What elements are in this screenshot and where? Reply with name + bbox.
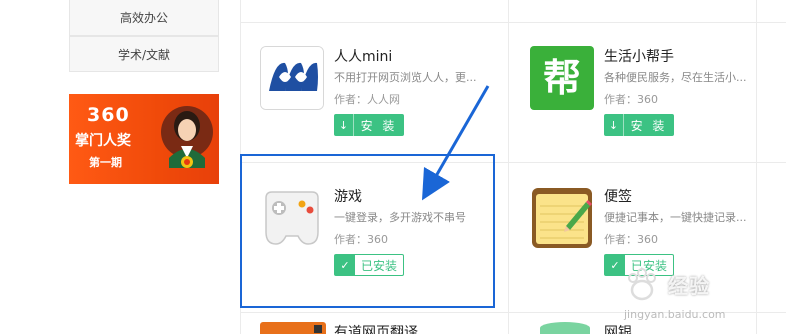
app-author: 作者：360 — [604, 233, 658, 246]
bang-icon-glyph: 帮 — [542, 56, 581, 100]
grid-divider — [240, 22, 786, 23]
banner-number: 360 — [87, 104, 130, 126]
bang-icon[interactable]: 帮 — [530, 46, 594, 110]
baidu-paw-icon — [628, 268, 656, 301]
sidebar-item-academic[interactable]: 学术/文献 — [69, 36, 219, 72]
highlight-box — [240, 154, 495, 308]
youdao-icon[interactable] — [260, 322, 326, 334]
install-button[interactable]: ↓ 安 装 — [604, 114, 674, 136]
app-card: 帮 生活小帮手 各种便民服务，尽在生活小... 作者：360 ↓ 安 装 — [530, 46, 770, 156]
portrait-icon — [161, 106, 213, 168]
app-desc: 各种便民服务，尽在生活小... — [604, 71, 747, 84]
app-name[interactable]: 便签 — [604, 186, 632, 206]
app-desc: 便捷记事本，一键快捷记录... — [604, 211, 747, 224]
app-name[interactable]: 生活小帮手 — [604, 46, 674, 66]
download-icon: ↓ — [604, 114, 624, 136]
app-card: 人人mini 不用打开网页浏览人人，更... 作者：人人网 ↓ 安 装 — [260, 46, 500, 156]
promo-banner[interactable]: 360 掌门人奖 第一期 — [69, 94, 219, 184]
watermark: 经验 jingyan.baidu.com — [622, 264, 782, 330]
bank-icon[interactable] — [540, 322, 590, 334]
app-name[interactable]: 人人mini — [334, 46, 392, 66]
install-button-label: 安 装 — [360, 118, 398, 133]
watermark-text: 经验 — [668, 274, 710, 298]
app-name[interactable]: 有道网页翻译 — [334, 322, 418, 334]
banner-title: 掌门人奖 — [75, 133, 131, 149]
app-author: 作者：360 — [604, 93, 658, 106]
install-button-label: 安 装 — [630, 118, 668, 133]
sidebar: 高效办公 学术/文献 — [69, 0, 219, 72]
download-icon: ↓ — [334, 114, 354, 136]
watermark-url: jingyan.baidu.com — [624, 308, 726, 321]
notepad-icon[interactable] — [530, 186, 594, 250]
banner-subtitle: 第一期 — [89, 156, 122, 169]
renren-icon[interactable] — [260, 46, 324, 110]
app-author: 作者：人人网 — [334, 93, 400, 106]
grid-divider — [508, 0, 509, 334]
install-button[interactable]: ↓ 安 装 — [334, 114, 404, 136]
sidebar-item-office[interactable]: 高效办公 — [69, 0, 219, 36]
app-desc: 不用打开网页浏览人人，更... — [334, 71, 477, 84]
